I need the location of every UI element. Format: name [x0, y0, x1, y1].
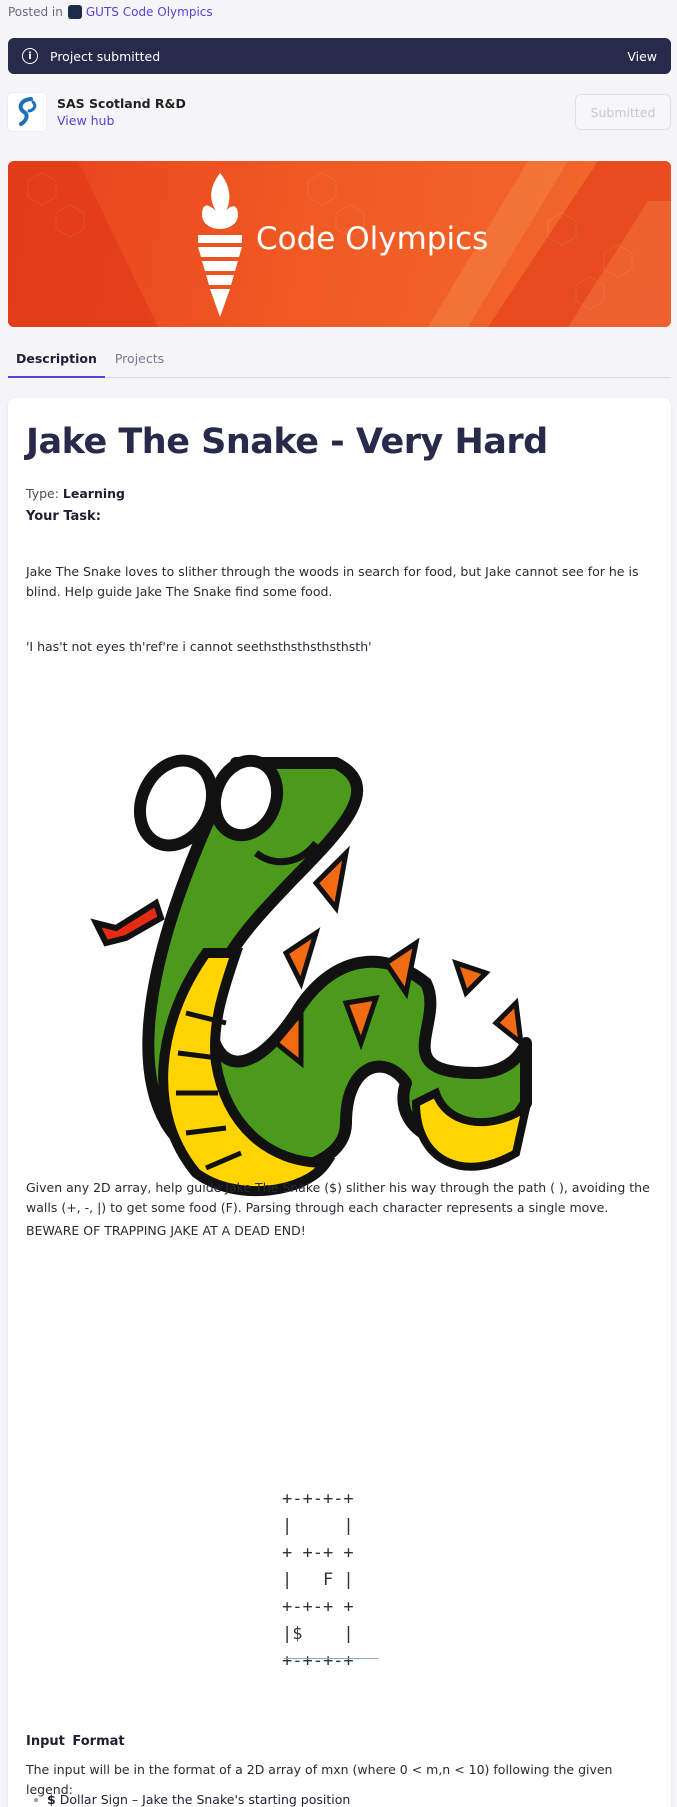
info-icon: i — [22, 48, 38, 64]
input-format-heading: Input Format — [26, 1734, 125, 1749]
legend-item: $ Dollar Sign – Jake the Snake's startin… — [34, 1792, 350, 1807]
type-value: Learning — [62, 486, 125, 501]
breadcrumb: Posted in GUTS Code Olympics — [8, 5, 213, 19]
snake-illustration — [90, 754, 532, 1197]
submitted-button[interactable]: Submitted — [575, 94, 671, 130]
challenge-title: Jake The Snake - Very Hard — [26, 422, 548, 462]
maze-underline — [284, 1658, 378, 1659]
sas-logo-icon — [8, 93, 46, 131]
maze-example: +-+-+-+ | | + +-+ + | F | +-+-+ + |$ | +… — [282, 1489, 354, 1671]
tab-bar: Description Projects — [8, 345, 671, 378]
submission-notice: i Project submitted View — [8, 38, 671, 74]
tab-description[interactable]: Description — [8, 345, 105, 378]
challenge-type: Type: Learning — [26, 486, 125, 501]
organizer-row: SAS Scotland R&D View hub Submitted — [8, 92, 671, 132]
quote-text: 'I has't not eyes th'ref're i cannot see… — [26, 639, 372, 654]
organizer-name: SAS Scotland R&D — [57, 96, 186, 111]
warning-text: BEWARE OF TRAPPING JAKE AT A DEAD END! — [26, 1223, 306, 1238]
notice-text: Project submitted — [50, 48, 161, 64]
rules-text: Given any 2D array, help guide Jake The … — [26, 1180, 650, 1215]
intro-text: Jake The Snake loves to slither through … — [26, 564, 639, 599]
bullet-icon — [34, 1797, 38, 1802]
posted-in-label: Posted in — [8, 5, 63, 19]
view-hub-link[interactable]: View hub — [57, 113, 186, 128]
legend-text: Dollar Sign – Jake the Snake's starting … — [59, 1792, 351, 1807]
hero-banner: Code Olympics — [8, 161, 671, 327]
hero-title: Code Olympics — [256, 221, 489, 257]
challenge-card: Jake The Snake - Very Hard Type: Learnin… — [8, 398, 671, 1807]
torch-icon — [198, 173, 242, 317]
legend-symbol: $ — [47, 1792, 56, 1807]
hub-link[interactable]: GUTS Code Olympics — [86, 5, 213, 19]
hub-logo-icon — [67, 5, 82, 19]
view-submission-link[interactable]: View — [627, 49, 657, 64]
tab-projects[interactable]: Projects — [107, 345, 172, 378]
task-heading: Your Task: — [26, 509, 101, 524]
type-label: Type: — [26, 486, 59, 501]
